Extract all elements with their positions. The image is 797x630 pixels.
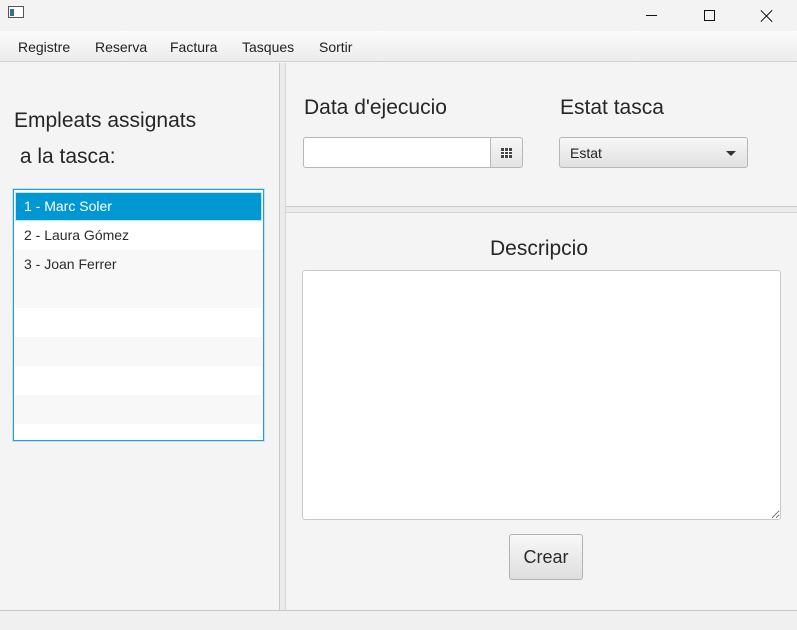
list-item[interactable]: 1 - Marc Soler	[15, 192, 262, 221]
list-item-empty[interactable]	[15, 279, 262, 308]
list-item-empty[interactable]	[15, 395, 262, 424]
employee-list[interactable]: 1 - Marc Soler 2 - Laura Gómez 3 - Joan Fe…	[13, 189, 264, 441]
chevron-down-icon	[726, 151, 736, 156]
menu-factura[interactable]: Factura	[170, 39, 217, 55]
date-picker-button[interactable]	[490, 137, 523, 168]
description-label: Descripcio	[490, 237, 589, 260]
title-bar	[0, 0, 797, 31]
maximize-icon	[703, 10, 715, 21]
list-item-empty[interactable]	[15, 337, 262, 366]
state-label: Estat tasca	[560, 96, 664, 119]
minimize-icon	[645, 15, 657, 16]
state-combobox[interactable]: Estat	[559, 137, 748, 168]
split-divider-vertical[interactable]	[279, 63, 286, 610]
menu-bar: Registre Reserva Factura Tasques Sortir	[0, 31, 797, 62]
date-label: Data d'ejecucio	[304, 96, 447, 119]
list-item-empty[interactable]	[15, 366, 262, 395]
list-item-empty[interactable]	[15, 308, 262, 337]
app-icon	[8, 6, 24, 18]
window-bottom-edge	[0, 610, 797, 630]
create-button[interactable]: Crear	[509, 534, 583, 580]
close-icon	[760, 9, 774, 23]
calendar-icon	[501, 147, 512, 158]
list-item[interactable]: 2 - Laura Gómez	[15, 221, 262, 250]
maximize-button[interactable]	[686, 0, 732, 31]
right-top-pane	[286, 63, 797, 206]
minimize-button[interactable]	[628, 0, 674, 31]
menu-registre[interactable]: Registre	[18, 39, 70, 55]
employees-title-line1: Empleats assignats	[14, 109, 197, 132]
menu-reserva[interactable]: Reserva	[95, 39, 147, 55]
date-input[interactable]	[303, 137, 491, 168]
menu-sortir[interactable]: Sortir	[319, 39, 352, 55]
menu-tasques[interactable]: Tasques	[242, 39, 294, 55]
list-item[interactable]: 3 - Joan Ferrer	[15, 250, 262, 279]
employees-title-line2: a la tasca:	[14, 145, 116, 168]
close-button[interactable]	[744, 0, 790, 31]
split-divider-horizontal[interactable]	[286, 206, 797, 213]
description-textarea[interactable]	[302, 270, 781, 520]
state-selected-value: Estat	[570, 145, 602, 161]
